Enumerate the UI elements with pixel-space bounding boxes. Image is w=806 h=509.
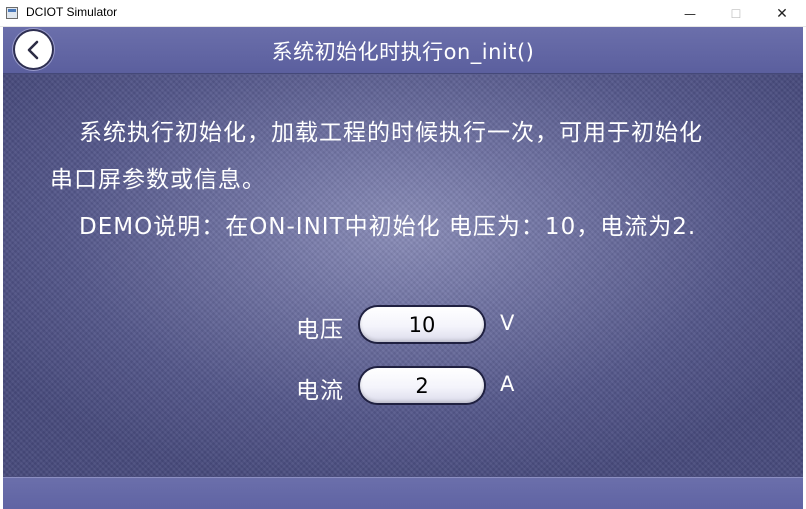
voltage-unit: V xyxy=(500,311,515,335)
page-footer xyxy=(3,477,803,509)
voltage-value: 10 xyxy=(408,312,436,337)
app-icon xyxy=(6,7,18,19)
current-label: 电流 xyxy=(296,378,344,404)
demo-description: DEMO说明：在ON-INIT中初始化 电压为：10，电流为2. xyxy=(79,214,697,240)
voltage-label: 电压 xyxy=(296,317,344,343)
page-header: 系统初始化时执行on_init() xyxy=(3,27,803,74)
window-title: DCIOT Simulator xyxy=(26,5,118,19)
voltage-value-box[interactable]: 10 xyxy=(360,307,484,342)
current-unit: A xyxy=(500,372,515,396)
minimize-button[interactable]: — xyxy=(667,0,713,27)
maximize-button[interactable]: ☐ xyxy=(713,0,759,27)
simulator-screen: 系统初始化时执行on_init() 系统执行初始化，加载工程的时候执行一次，可用… xyxy=(3,27,803,509)
window-titlebar: DCIOT Simulator — ☐ ✕ xyxy=(0,0,806,27)
close-button[interactable]: ✕ xyxy=(759,0,805,27)
current-value: 2 xyxy=(415,373,429,398)
current-value-box[interactable]: 2 xyxy=(360,368,484,403)
description-line-1: 系统执行初始化，加载工程的时候执行一次，可用于初始化 xyxy=(79,120,703,146)
description-line-2: 串口屏参数或信息。 xyxy=(50,167,266,193)
page-title: 系统初始化时执行on_init() xyxy=(271,40,535,64)
